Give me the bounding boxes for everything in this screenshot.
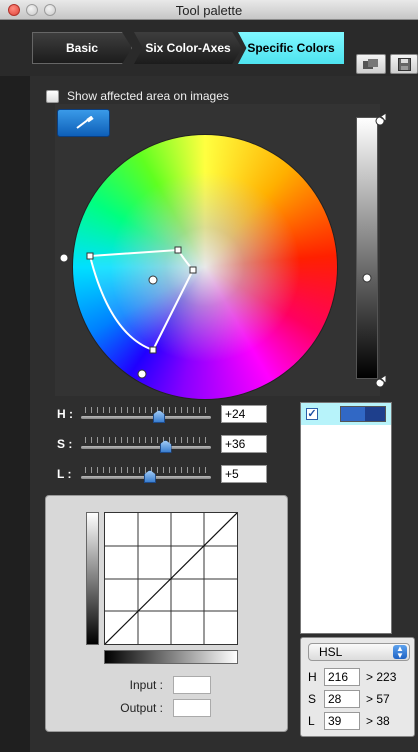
lightness-value[interactable]: +5 [221, 465, 267, 483]
color-mode-value: HSL [319, 645, 343, 659]
s-output-value: > 57 [366, 692, 390, 706]
saturation-slider-row: S : +36 [57, 435, 267, 453]
s-input-value[interactable]: 28 [324, 690, 360, 708]
curve-output-field[interactable] [173, 699, 211, 717]
hue-values-row: H 216 > 223 [308, 668, 396, 686]
curve-input-field[interactable] [173, 676, 211, 694]
curve-output-row: Output : [103, 699, 211, 717]
hue-label: H : [57, 407, 73, 421]
color-mode-select[interactable]: HSL ▲ ▼ [308, 643, 410, 661]
title-bar[interactable]: Tool palette [0, 0, 418, 20]
lightness-label: L : [57, 467, 72, 481]
l-label: L [308, 714, 315, 728]
show-affected-area-row[interactable]: Show affected area on images [46, 88, 229, 104]
l-input-value[interactable]: 39 [324, 712, 360, 730]
color-swatch [340, 406, 386, 422]
copy-settings-icon [363, 59, 378, 69]
selected-colors-list[interactable] [300, 402, 392, 634]
chevron-up-down-icon: ▲ ▼ [393, 645, 407, 660]
save-button[interactable] [390, 54, 418, 74]
window-title: Tool palette [175, 3, 243, 18]
output-gradient-bar [86, 512, 99, 645]
saturation-value[interactable]: +36 [221, 435, 267, 453]
eyedropper-button[interactable] [57, 109, 110, 137]
tab-strip: Basic Six Color-Axes Specific Colors [0, 20, 418, 76]
tab-basic[interactable]: Basic [32, 32, 132, 64]
s-label: S [308, 692, 317, 706]
curve-output-label: Output : [120, 701, 163, 715]
saturation-values-row: S 28 > 57 [308, 690, 390, 708]
color-wheel-shading [73, 135, 337, 399]
luminance-range-bar[interactable] [356, 117, 378, 379]
h-output-value: > 223 [366, 670, 397, 684]
hue-slider-row: H : +24 [57, 405, 267, 423]
lightness-values-row: L 39 > 38 [308, 712, 390, 730]
show-affected-area-checkbox[interactable] [46, 89, 59, 103]
lightness-slider-row: L : +5 [57, 465, 267, 483]
show-affected-area-label: Show affected area on images [67, 89, 229, 103]
list-item[interactable]: ✓ [301, 403, 391, 425]
tab-specific-colors[interactable]: Specific Colors [238, 32, 344, 64]
h-label: H [308, 670, 317, 684]
curve-input-row: Input : [103, 676, 211, 694]
saturation-slider[interactable] [81, 435, 211, 453]
input-gradient-bar [104, 650, 238, 664]
window-edge [0, 76, 30, 752]
tone-curve-grid [104, 512, 238, 645]
eyedropper-icon [75, 116, 94, 129]
l-output-value: > 38 [366, 714, 390, 728]
saturation-label: S : [57, 437, 73, 451]
hue-slider[interactable] [81, 405, 211, 423]
lightness-slider[interactable] [81, 465, 211, 483]
save-icon [397, 57, 411, 71]
tone-curve-graph[interactable] [104, 512, 238, 645]
tab-six-color-axes[interactable]: Six Color-Axes [134, 32, 242, 64]
copy-settings-button[interactable] [356, 54, 386, 74]
h-input-value[interactable]: 216 [324, 668, 360, 686]
curve-input-label: Input : [129, 678, 163, 692]
hue-value[interactable]: +24 [221, 405, 267, 423]
tool-palette-window: Tool palette Basic Six Color-Axes Specif… [0, 0, 418, 752]
color-enabled-checkbox[interactable]: ✓ [306, 408, 318, 420]
